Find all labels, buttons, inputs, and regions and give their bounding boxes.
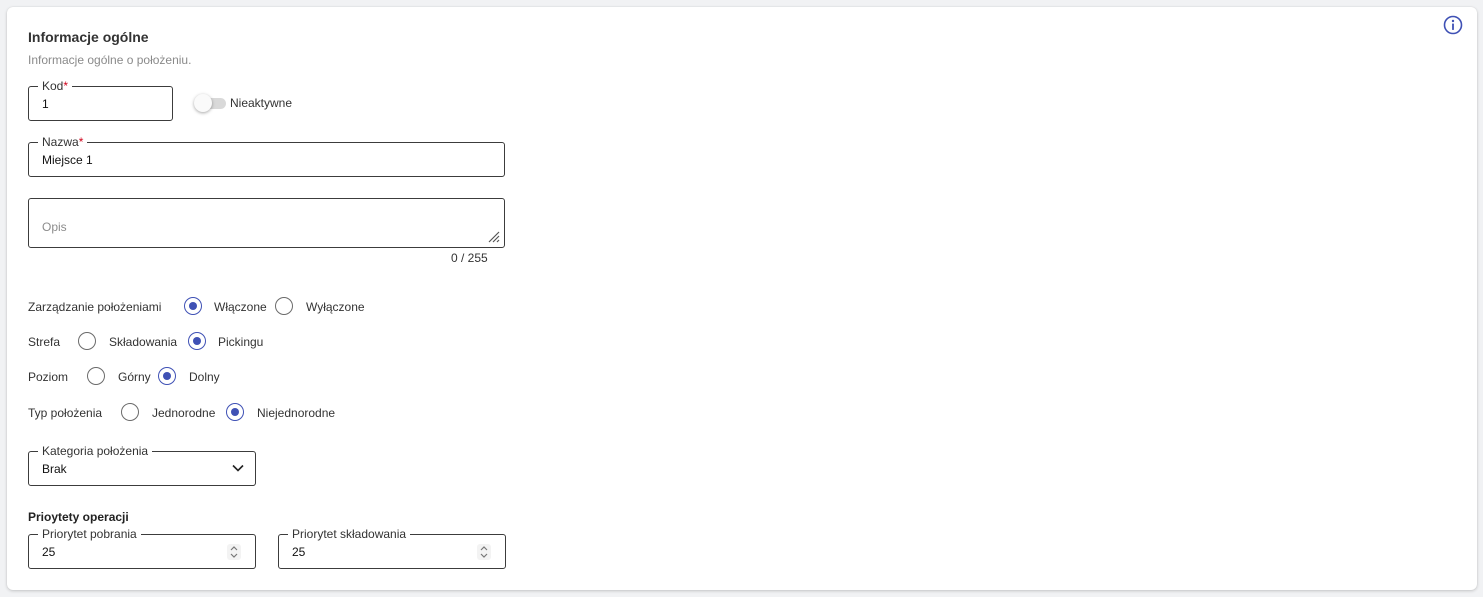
- kod-field[interactable]: Kod* 1: [28, 78, 173, 121]
- radio-wylaczone-label: Wyłączone: [306, 300, 365, 314]
- radio-niejednorodne[interactable]: [226, 403, 244, 421]
- resize-handle-icon[interactable]: [486, 229, 500, 243]
- section-title: Informacje ogólne: [28, 29, 149, 45]
- radio-gorny[interactable]: [87, 367, 105, 385]
- spinner-arrows-icon[interactable]: [477, 544, 491, 560]
- opis-textarea[interactable]: Opis: [28, 198, 505, 248]
- kategoria-select[interactable]: Kategoria położenia Brak: [28, 443, 256, 486]
- priorities-title: Prioytety operacji: [28, 510, 129, 524]
- toggle-knob: [194, 94, 212, 112]
- radio-jednorodne[interactable]: [121, 403, 139, 421]
- radio-dolny[interactable]: [158, 367, 176, 385]
- radio-dolny-label: Dolny: [189, 370, 220, 384]
- radio-pickingu-label: Pickingu: [218, 335, 264, 349]
- typ-label: Typ położenia: [28, 406, 103, 420]
- radio-wylaczone[interactable]: [275, 297, 293, 315]
- required-mark: *: [63, 79, 69, 93]
- nazwa-label: Nazwa*: [38, 134, 88, 150]
- priorytet-pobrania-value: 25: [42, 544, 56, 559]
- priorytet-skladowania-value: 25: [292, 544, 306, 559]
- radio-niejednorodne-label: Niejednorodne: [257, 406, 336, 420]
- priorytet-skladowania-label: Priorytet składowania: [288, 526, 411, 542]
- kategoria-value: Brak: [42, 461, 67, 476]
- nazwa-value: Miejsce 1: [42, 152, 93, 167]
- general-info-card: Informacje ogólne Informacje ogólne o po…: [7, 7, 1477, 590]
- section-subtitle: Informacje ogólne o położeniu.: [28, 53, 192, 67]
- priorytet-pobrania-label: Priorytet pobrania: [38, 526, 141, 542]
- chevron-down-icon: [232, 464, 244, 472]
- radio-jednorodne-label: Jednorodne: [152, 406, 216, 420]
- spinner-arrows-icon[interactable]: [227, 544, 241, 560]
- poziom-label: Poziom: [28, 370, 69, 384]
- kategoria-label: Kategoria położenia: [38, 443, 153, 459]
- radio-skladowania[interactable]: [78, 332, 96, 350]
- inactive-toggle-label: Nieaktywne: [230, 96, 293, 110]
- radio-wlaczone[interactable]: [184, 297, 202, 315]
- priorytet-pobrania-input[interactable]: Priorytet pobrania 25: [28, 526, 256, 569]
- radio-gorny-label: Górny: [118, 370, 151, 384]
- opis-placeholder: Opis: [42, 220, 67, 234]
- strefa-label: Strefa: [28, 335, 61, 349]
- opis-char-counter: 0 / 255: [451, 251, 488, 265]
- radio-skladowania-label: Składowania: [109, 335, 178, 349]
- required-mark: *: [78, 135, 84, 149]
- radio-pickingu[interactable]: [188, 332, 206, 350]
- radio-wlaczone-label: Włączone: [214, 300, 267, 314]
- nazwa-field[interactable]: Nazwa* Miejsce 1: [28, 134, 505, 177]
- info-icon[interactable]: [1443, 15, 1463, 35]
- kod-label: Kod*: [38, 78, 73, 94]
- inactive-toggle[interactable]: [194, 94, 228, 112]
- zarzadzanie-label: Zarządzanie położeniami: [28, 300, 162, 314]
- kod-value: 1: [42, 96, 49, 111]
- priorytet-skladowania-input[interactable]: Priorytet składowania 25: [278, 526, 506, 569]
